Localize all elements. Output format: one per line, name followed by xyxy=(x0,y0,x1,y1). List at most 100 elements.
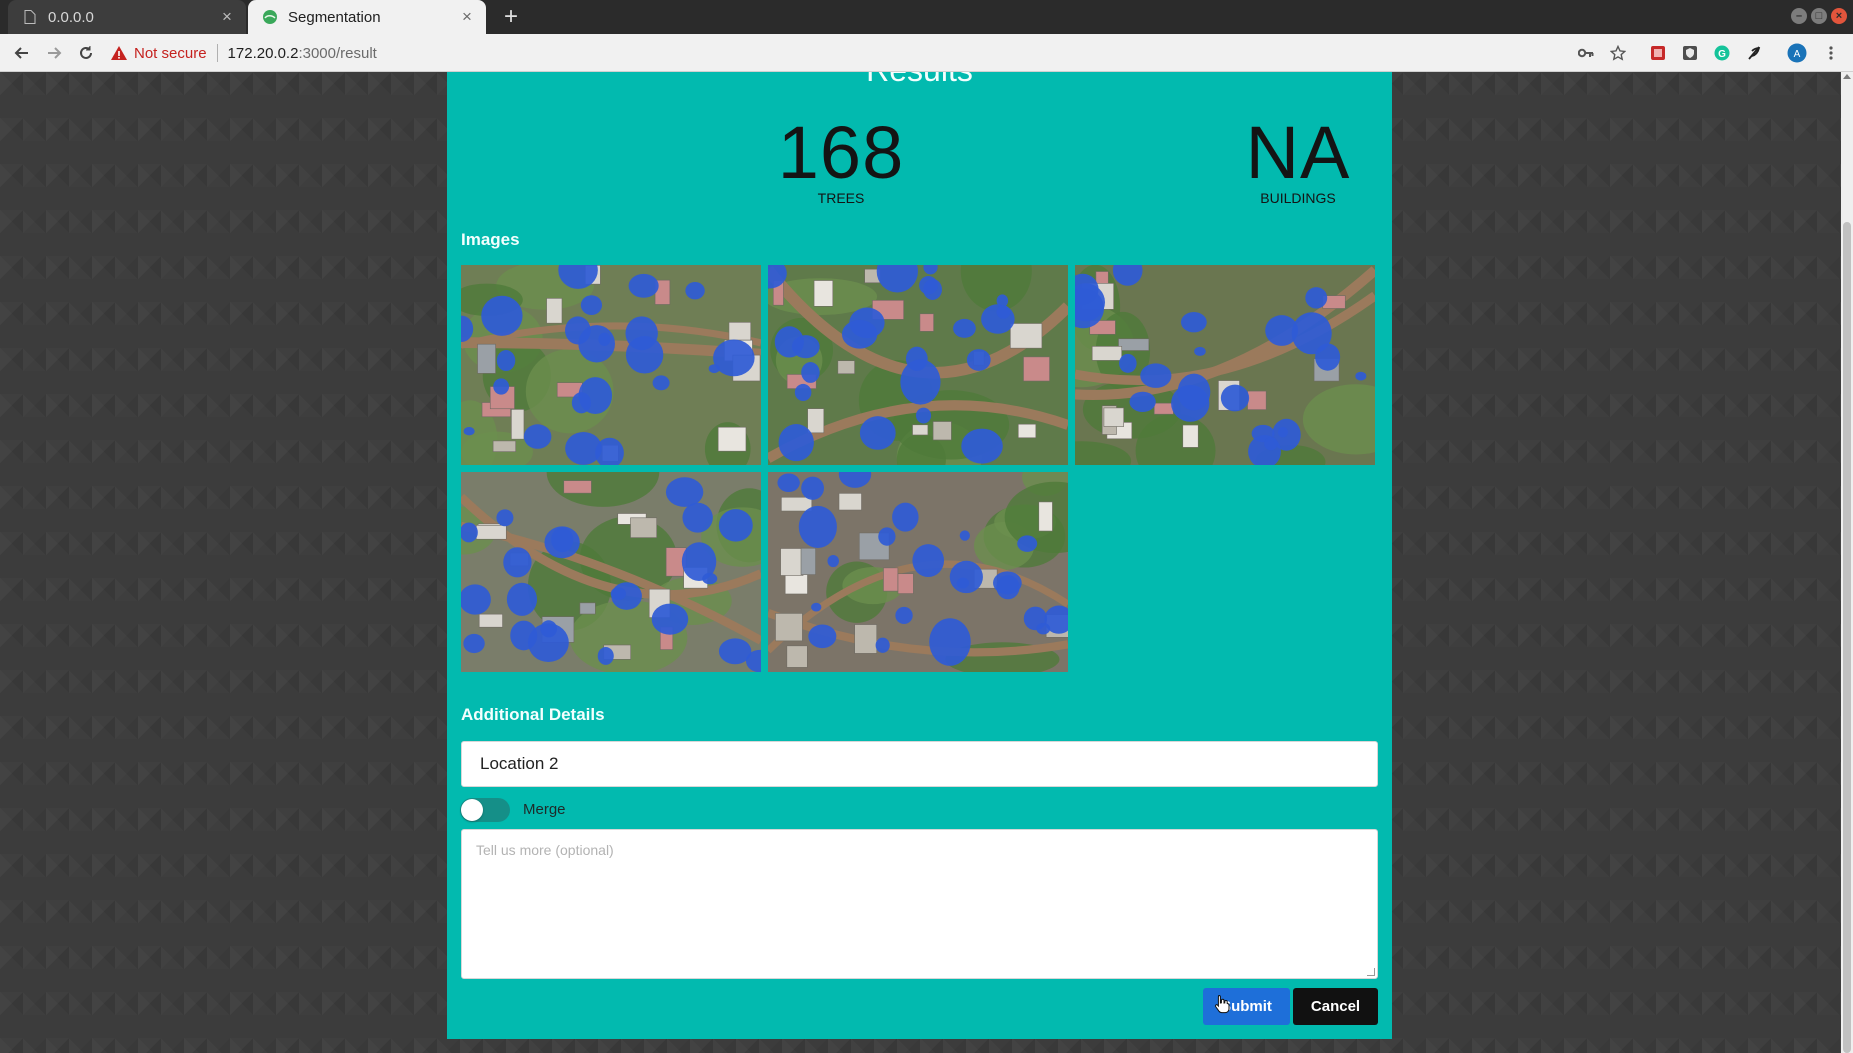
extension-feather-icon[interactable] xyxy=(1743,42,1765,64)
building xyxy=(800,547,816,575)
tab-title: Segmentation xyxy=(288,8,381,26)
page-viewport: Results 168 TREES NA BUILDINGS Images Ad… xyxy=(0,72,1853,1053)
location-input[interactable]: Location 2 xyxy=(461,741,1378,787)
building xyxy=(932,421,952,441)
submit-button[interactable]: Submit xyxy=(1203,988,1290,1025)
tree-segmentation-blob xyxy=(905,346,928,371)
tree-segmentation-blob xyxy=(875,637,890,653)
key-icon[interactable] xyxy=(1575,42,1597,64)
trees-label: TREES xyxy=(817,190,865,206)
tree-segmentation-blob xyxy=(798,505,837,548)
segmented-image-3[interactable] xyxy=(1075,265,1375,465)
building xyxy=(1153,402,1174,415)
trees-count: 168 xyxy=(777,111,905,194)
tree-segmentation-blob xyxy=(463,633,485,654)
segmented-image-4[interactable] xyxy=(461,472,761,672)
toggle-knob xyxy=(461,799,483,821)
tree-segmentation-blob xyxy=(919,276,938,295)
tab-segmentation[interactable]: Segmentation × xyxy=(248,0,486,34)
forward-arrow-icon[interactable] xyxy=(40,39,68,67)
address-bar[interactable]: Not secure 172.20.0.2 :3000/result xyxy=(110,37,1540,69)
buildings-stat: NA BUILDINGS xyxy=(1148,111,1448,207)
images-heading: Images xyxy=(461,230,520,249)
maximize-window-icon[interactable]: □ xyxy=(1811,8,1827,24)
tree-segmentation-blob xyxy=(1017,535,1038,552)
resize-grip-icon[interactable] xyxy=(1367,968,1375,976)
globe-favicon-icon xyxy=(262,9,278,25)
tree-segmentation-blob xyxy=(878,527,896,546)
building xyxy=(897,573,914,594)
buildings-label: BUILDINGS xyxy=(1260,190,1336,206)
menu-dots-icon[interactable] xyxy=(1820,42,1842,64)
building xyxy=(883,567,899,592)
tree-segmentation-blob xyxy=(578,325,615,363)
tree-segmentation-blob xyxy=(915,407,932,424)
tree-segmentation-blob xyxy=(523,424,552,449)
tree-segmentation-blob xyxy=(961,428,1003,464)
tree-segmentation-blob xyxy=(665,477,704,507)
tab-0-0-0-0[interactable]: 0.0.0.0 × xyxy=(8,0,246,34)
close-tab-icon[interactable]: × xyxy=(458,8,476,26)
tree-segmentation-blob xyxy=(578,377,613,414)
tree-segmentation-blob xyxy=(503,547,532,578)
tree-segmentation-blob xyxy=(1194,346,1206,356)
page-title: Results xyxy=(447,72,1392,89)
tree-segmentation-blob xyxy=(1036,622,1051,635)
tree-segmentation-blob xyxy=(811,602,822,612)
aerial-photo xyxy=(1075,265,1375,465)
scrollbar-thumb[interactable] xyxy=(1843,222,1851,1053)
tree-segmentation-blob xyxy=(496,509,514,527)
aerial-photo xyxy=(461,472,761,672)
segmented-image-1[interactable] xyxy=(461,265,761,465)
buildings-count: NA xyxy=(1245,111,1351,194)
extension-shield-icon[interactable] xyxy=(1679,42,1701,64)
tree-segmentation-blob xyxy=(481,295,523,336)
tree-segmentation-blob xyxy=(540,620,558,638)
close-tab-icon[interactable]: × xyxy=(218,8,236,26)
tree-segmentation-blob xyxy=(959,530,970,541)
segmented-image-5[interactable] xyxy=(768,472,1068,672)
grammarly-icon[interactable]: G xyxy=(1711,42,1733,64)
notes-textarea[interactable]: Tell us more (optional) xyxy=(461,829,1378,979)
tree-segmentation-blob xyxy=(1355,371,1367,381)
tree-segmentation-blob xyxy=(463,427,475,436)
new-tab-button[interactable]: + xyxy=(497,3,525,31)
aerial-photo xyxy=(768,472,1068,672)
building xyxy=(838,493,862,511)
building xyxy=(511,409,525,440)
cancel-button[interactable]: Cancel xyxy=(1293,988,1378,1025)
building xyxy=(780,548,804,576)
tree-segmentation-blob xyxy=(493,378,510,395)
segmented-image-2[interactable] xyxy=(768,265,1068,465)
tab-strip: 0.0.0.0 × Segmentation × + – □ × xyxy=(0,0,1853,34)
divider xyxy=(216,44,218,62)
scroll-up-arrow-icon[interactable] xyxy=(1843,74,1851,79)
aerial-photo xyxy=(768,265,1068,465)
tree-segmentation-blob xyxy=(1305,287,1328,309)
building xyxy=(728,322,752,341)
star-icon[interactable] xyxy=(1607,42,1629,64)
building xyxy=(478,613,503,628)
building xyxy=(1038,501,1053,532)
tree-segmentation-blob xyxy=(506,582,538,616)
close-window-icon[interactable]: × xyxy=(1831,8,1847,24)
profile-avatar-icon[interactable]: A xyxy=(1786,42,1808,64)
building xyxy=(1118,338,1150,351)
merge-toggle[interactable] xyxy=(460,798,510,822)
extension-red-icon[interactable] xyxy=(1647,42,1669,64)
building xyxy=(563,480,592,494)
tree-segmentation-blob xyxy=(953,318,976,338)
minimize-window-icon[interactable]: – xyxy=(1791,8,1807,24)
tree-segmentation-blob xyxy=(892,502,919,532)
results-card: Results 168 TREES NA BUILDINGS Images Ad… xyxy=(447,72,1392,1039)
tree-segmentation-blob xyxy=(1180,311,1207,333)
tree-segmentation-blob xyxy=(912,544,945,578)
tree-segmentation-blob xyxy=(1220,384,1250,412)
tab-title: 0.0.0.0 xyxy=(48,8,94,26)
page-scrollbar[interactable] xyxy=(1841,72,1853,1053)
back-arrow-icon[interactable] xyxy=(8,39,36,67)
building xyxy=(854,624,878,654)
reload-icon[interactable] xyxy=(72,39,100,67)
building xyxy=(807,408,825,434)
tree-segmentation-blob xyxy=(794,383,812,401)
